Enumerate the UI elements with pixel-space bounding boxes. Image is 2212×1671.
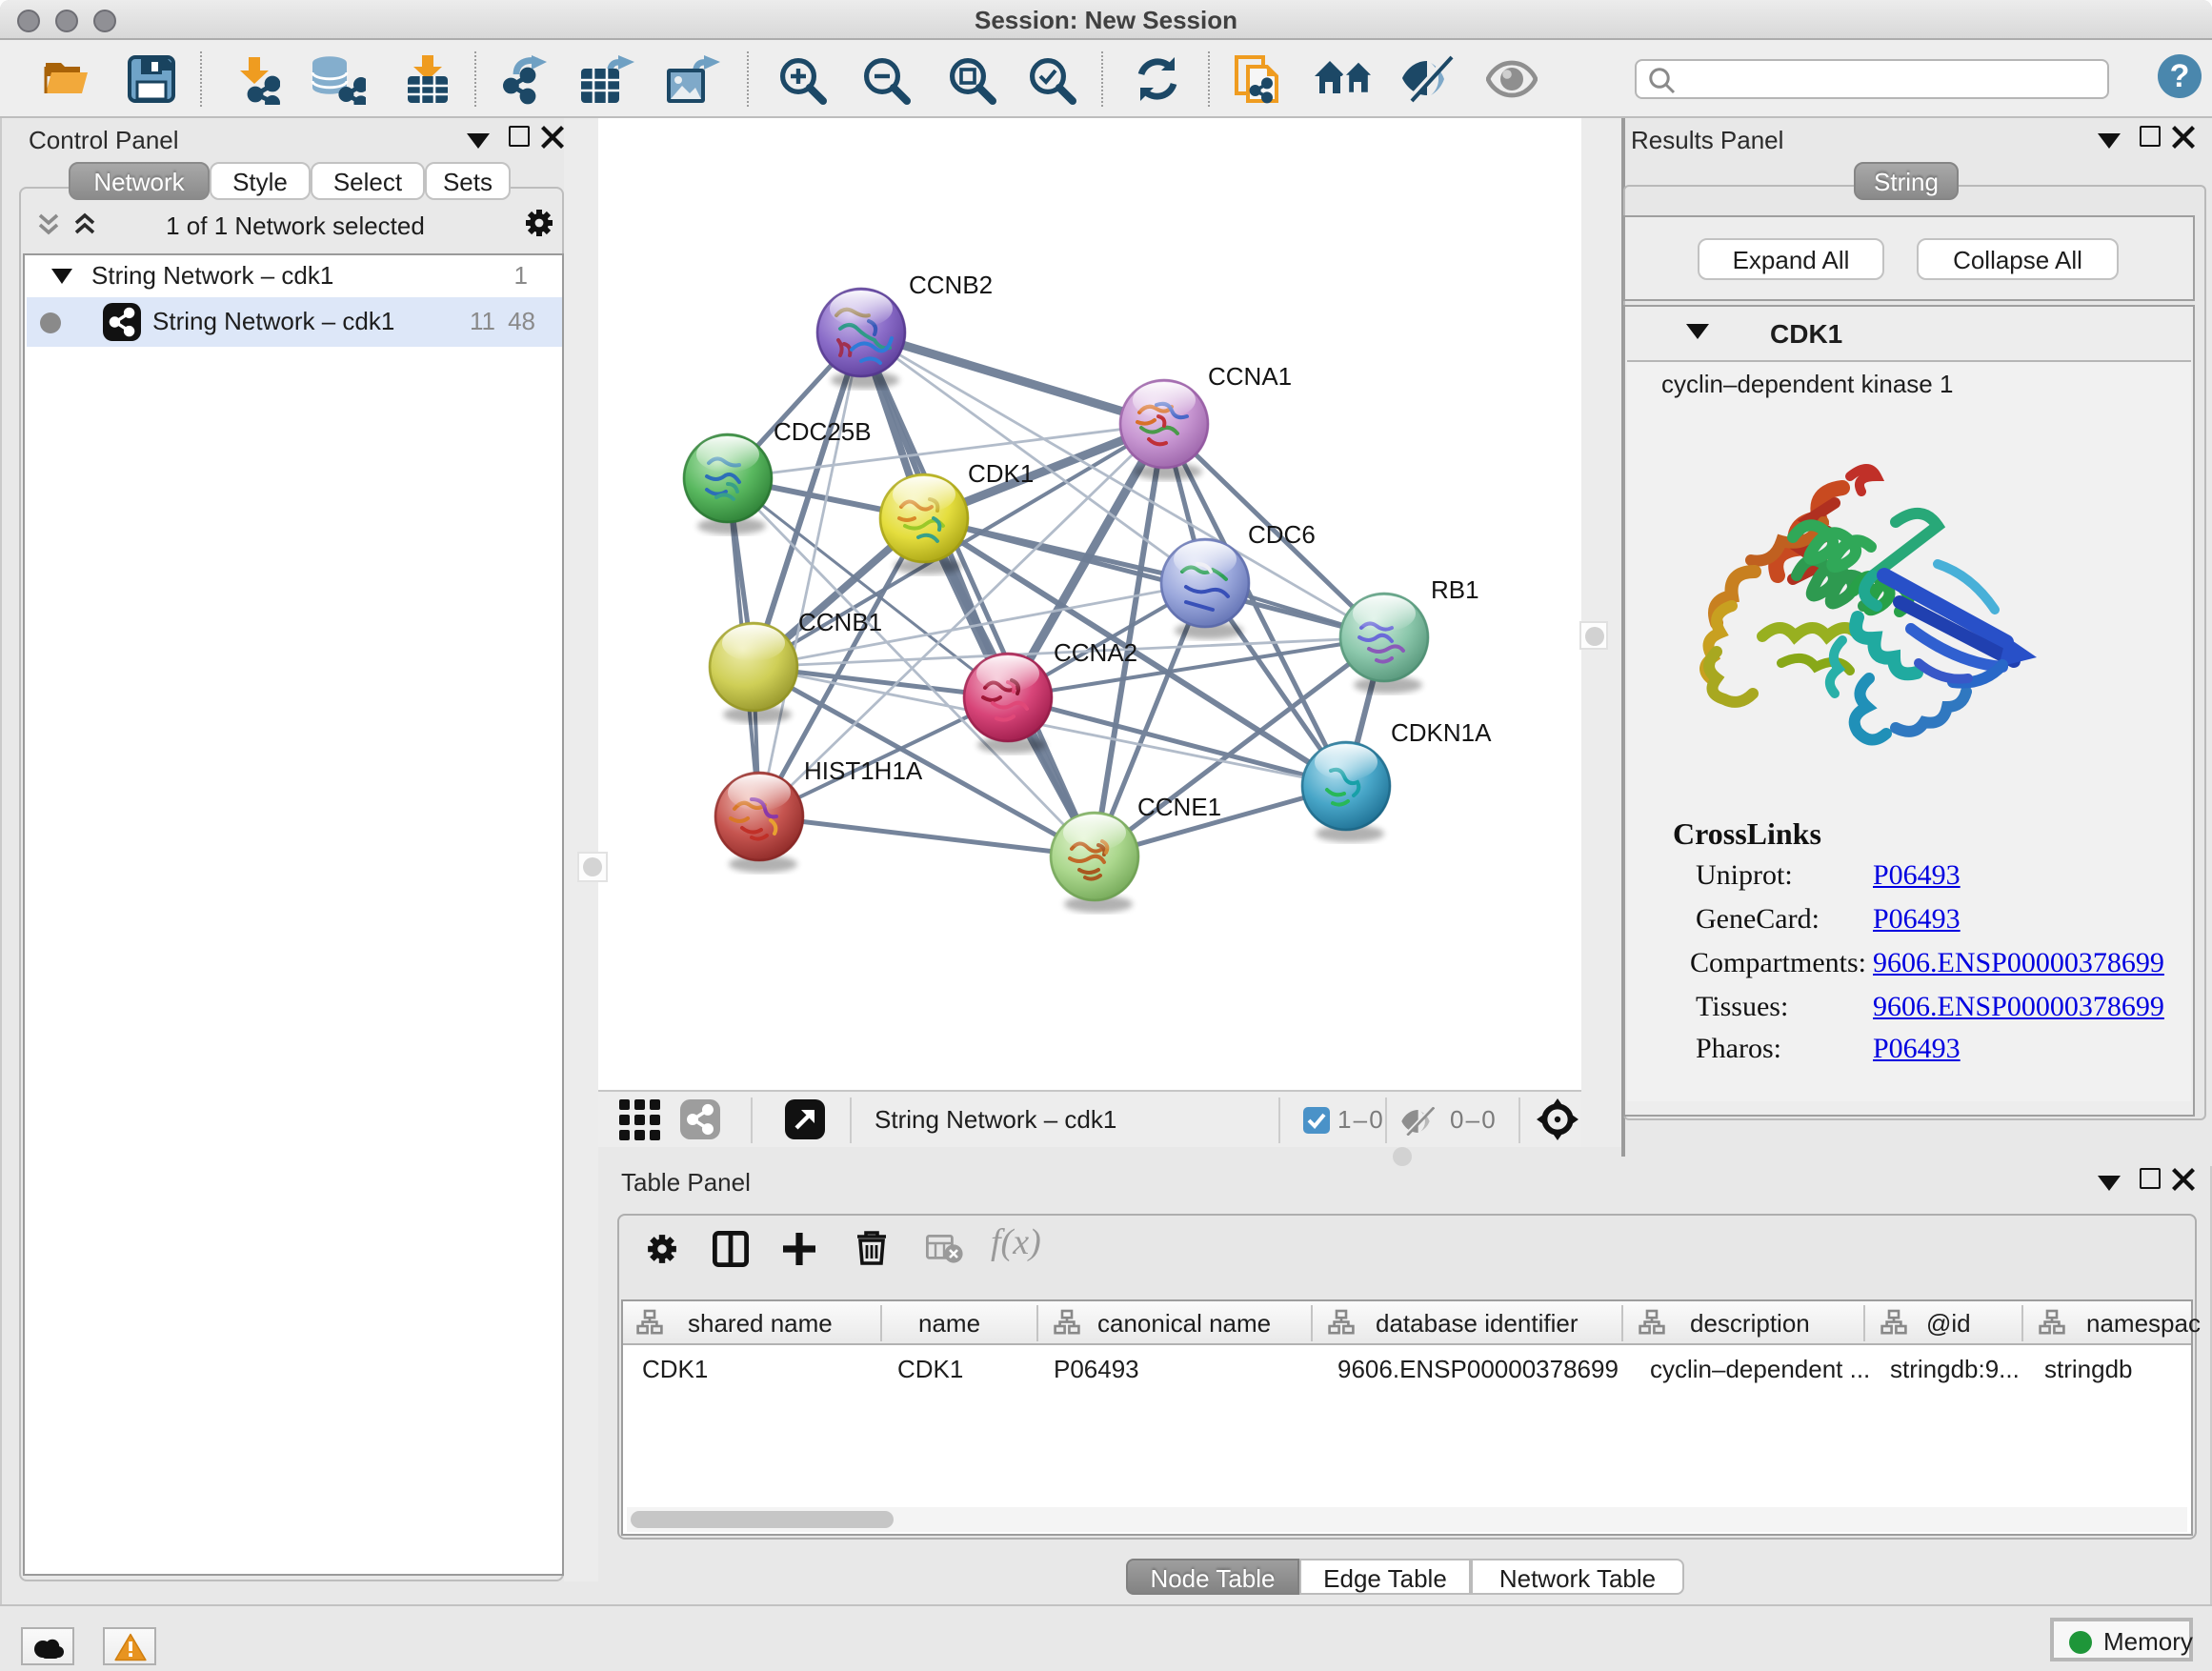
svg-text:CDC25B: CDC25B (774, 417, 872, 446)
svg-text:RB1: RB1 (1431, 575, 1479, 604)
svg-text:CDC6: CDC6 (1248, 520, 1316, 549)
svg-text:CDK1: CDK1 (968, 459, 1034, 488)
svg-text:HIST1H1A: HIST1H1A (804, 756, 923, 785)
svg-text:CCNB2: CCNB2 (909, 271, 993, 299)
svg-text:?: ? (2170, 58, 2190, 94)
svg-text:CCNA1: CCNA1 (1208, 362, 1292, 391)
svg-text:CCNE1: CCNE1 (1137, 793, 1221, 821)
svg-text:CCNB1: CCNB1 (798, 608, 882, 636)
svg-text:CCNA2: CCNA2 (1054, 638, 1137, 667)
svg-text:CDKN1A: CDKN1A (1391, 718, 1492, 747)
